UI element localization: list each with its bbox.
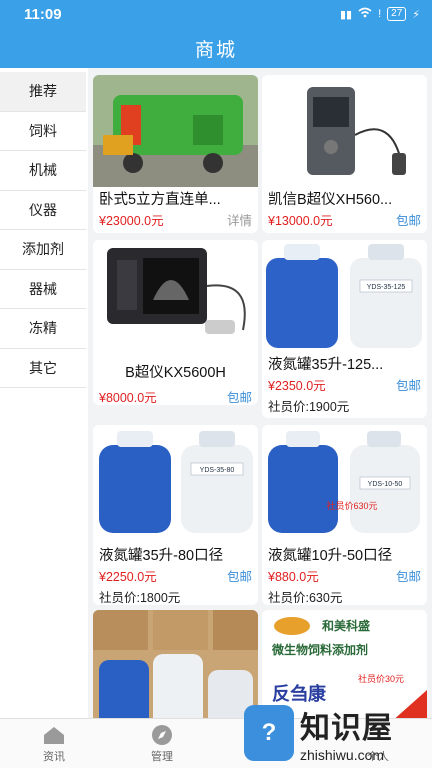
product-name: 液氮罐35升-80口径 bbox=[99, 548, 224, 564]
watermark-url: zhishiwu.com bbox=[300, 747, 385, 763]
product-tag[interactable]: 包邮 bbox=[227, 387, 252, 406]
member-price: 社员价:1900元 bbox=[268, 400, 350, 414]
ad-title-label: 微生物饲料添加剂 bbox=[271, 642, 368, 657]
signal-icon: ▮▮ bbox=[339, 8, 353, 21]
product-image bbox=[93, 610, 258, 718]
member-price: 社员价:1800元 bbox=[99, 591, 181, 605]
product-price-row: ¥8000.0元 包邮 bbox=[93, 386, 258, 405]
product-card[interactable]: B超仪KX5600H ¥8000.0元 包邮 bbox=[93, 240, 258, 405]
page-title: 商城 bbox=[194, 39, 237, 61]
product-name: 凯信B超仪XH560... bbox=[268, 192, 393, 208]
product-image bbox=[262, 75, 427, 187]
product-name: 液氮罐35升-125... bbox=[268, 357, 384, 373]
status-icons: ▮▮ ! 27 ⚡ bbox=[340, 7, 420, 21]
product-card[interactable]: 卧式5立方直连单... ¥23000.0元 详情 bbox=[93, 75, 258, 233]
app-header: 11:09 ▮▮ ! 27 ⚡ 商城 bbox=[0, 0, 432, 68]
sidebar-item-equipment[interactable]: 器械 bbox=[0, 269, 86, 309]
product-tag[interactable]: 包邮 bbox=[396, 210, 421, 229]
charging-icon: ⚡ bbox=[412, 8, 420, 21]
wifi-icon bbox=[358, 7, 372, 21]
product-tag[interactable]: 包邮 bbox=[396, 375, 421, 394]
alert-icon: ! bbox=[378, 8, 382, 20]
product-grid: 卧式5立方直连单... ¥23000.0元 详情 凯信B超仪XH560... ¥… bbox=[88, 68, 432, 718]
watermark-logo-icon: ? bbox=[244, 705, 294, 761]
product-card[interactable]: YDS-35-125 液氮罐35升-125... ¥2350.0元 包邮 社员价… bbox=[262, 240, 427, 418]
sidebar-item-other[interactable]: 其它 bbox=[0, 348, 86, 388]
watermark-text: 知识屋 bbox=[300, 712, 393, 745]
product-card[interactable] bbox=[93, 610, 258, 718]
product-name: 卧式5立方直连单... bbox=[99, 192, 221, 208]
status-time: 11:09 bbox=[24, 5, 62, 23]
product-image: YDS-35-125 bbox=[262, 240, 427, 352]
product-price-row: ¥2350.0元 包邮 bbox=[262, 374, 427, 394]
nav-manage[interactable]: 管理 bbox=[108, 719, 216, 768]
tank-model-label: YDS-10-50 bbox=[368, 481, 403, 488]
image-member-price-label: 社员价630元 bbox=[326, 500, 377, 511]
tank-model-label: YDS-35-80 bbox=[200, 467, 235, 474]
status-bar: 11:09 ▮▮ ! 27 ⚡ bbox=[0, 0, 432, 28]
product-price-row: ¥880.0元 包邮 bbox=[262, 565, 427, 585]
tank-model-label: YDS-35-125 bbox=[367, 284, 406, 291]
ad-member-price-label: 社员价30元 bbox=[358, 673, 404, 684]
product-price-row: ¥13000.0元 包邮 bbox=[262, 209, 427, 229]
product-price: ¥23000.0元 bbox=[99, 213, 164, 228]
sidebar-item-feed[interactable]: 饲料 bbox=[0, 111, 86, 151]
battery-icon: 27 bbox=[387, 7, 407, 21]
sidebar-item-frozen-semen[interactable]: 冻精 bbox=[0, 309, 86, 349]
product-price: ¥880.0元 bbox=[268, 569, 319, 584]
member-price: 社员价:630元 bbox=[268, 591, 343, 605]
product-name: B超仪KX5600H bbox=[125, 365, 226, 381]
sidebar-item-instruments[interactable]: 仪器 bbox=[0, 190, 86, 230]
product-price: ¥8000.0元 bbox=[99, 390, 157, 405]
compass-icon bbox=[149, 724, 175, 746]
product-image: YDS-35-80 bbox=[93, 425, 258, 537]
nav-news-label: 资讯 bbox=[43, 750, 65, 763]
product-image bbox=[93, 240, 258, 352]
ad-brand-label: 和美科盛 bbox=[321, 618, 370, 633]
product-tag[interactable]: 包邮 bbox=[227, 566, 252, 585]
product-price-row: ¥23000.0元 详情 bbox=[93, 209, 258, 229]
product-price: ¥2250.0元 bbox=[99, 569, 157, 584]
product-image: YDS-10-50 社员价630元 bbox=[262, 425, 427, 537]
product-price: ¥13000.0元 bbox=[268, 213, 333, 228]
product-card[interactable]: YDS-10-50 社员价630元 液氮罐10升-50口径 ¥880.0元 包邮… bbox=[262, 425, 427, 605]
home-icon bbox=[41, 724, 67, 746]
category-sidebar: 推荐 饲料 机械 仪器 添加剂 器械 冻精 其它 bbox=[0, 72, 86, 388]
nav-news[interactable]: 资讯 bbox=[0, 719, 108, 768]
product-name: 液氮罐10升-50口径 bbox=[268, 548, 393, 564]
sidebar-item-additives[interactable]: 添加剂 bbox=[0, 230, 86, 270]
nav-manage-label: 管理 bbox=[151, 750, 173, 763]
product-price-row: ¥2250.0元 包邮 bbox=[93, 565, 258, 585]
product-tag[interactable]: 包邮 bbox=[396, 566, 421, 585]
product-price: ¥2350.0元 bbox=[268, 378, 326, 393]
sidebar-item-machinery[interactable]: 机械 bbox=[0, 151, 86, 191]
product-tag[interactable]: 详情 bbox=[227, 210, 252, 229]
product-card[interactable]: YDS-35-80 液氮罐35升-80口径 ¥2250.0元 包邮 社员价:18… bbox=[93, 425, 258, 605]
sidebar-item-recommend[interactable]: 推荐 bbox=[0, 72, 86, 112]
watermark: ? 知识屋 zhishiwu.com bbox=[244, 698, 432, 768]
product-image bbox=[93, 75, 258, 187]
product-card[interactable]: 凯信B超仪XH560... ¥13000.0元 包邮 bbox=[262, 75, 427, 233]
